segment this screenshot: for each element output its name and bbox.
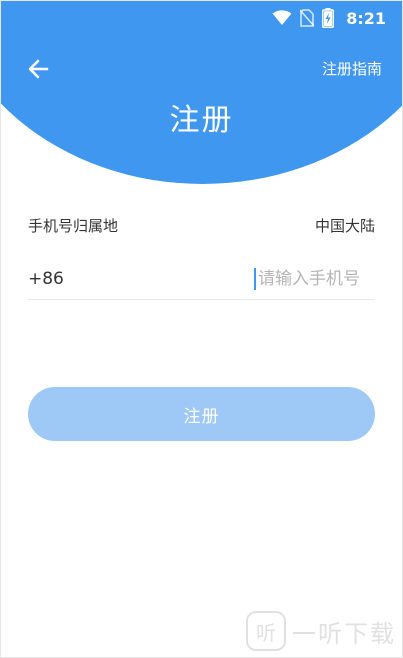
phone-input-wrapper (254, 266, 375, 292)
watermark-text: 一听下载 (292, 619, 396, 648)
phone-row: +86 (28, 259, 375, 300)
battery-charging-icon (322, 8, 335, 28)
watermark-logo: 听 (246, 611, 286, 651)
watermark: 听 一听下载 (246, 611, 396, 651)
register-button[interactable]: 注册 (28, 387, 375, 441)
status-bar: 8:21 (1, 1, 402, 35)
region-row[interactable]: 手机号归属地 中国大陆 (28, 211, 375, 239)
phone-input[interactable] (254, 268, 375, 290)
back-button[interactable] (25, 55, 53, 83)
text-caret (254, 268, 256, 290)
register-guide-link[interactable]: 注册指南 (322, 58, 382, 79)
status-time: 8:21 (346, 8, 386, 28)
header: 8:21 注册指南 注册 (1, 1, 402, 191)
arrow-left-icon (28, 59, 49, 79)
wifi-icon (272, 10, 292, 26)
app-screen: 8:21 注册指南 注册 手机号归属地 中国大陆 +86 注册 听 一听下载 (0, 0, 403, 658)
region-label: 手机号归属地 (28, 216, 119, 235)
no-sim-icon (300, 9, 315, 27)
page-title: 注册 (169, 103, 234, 138)
country-code[interactable]: +86 (28, 269, 254, 289)
region-value[interactable]: 中国大陆 (315, 215, 375, 236)
